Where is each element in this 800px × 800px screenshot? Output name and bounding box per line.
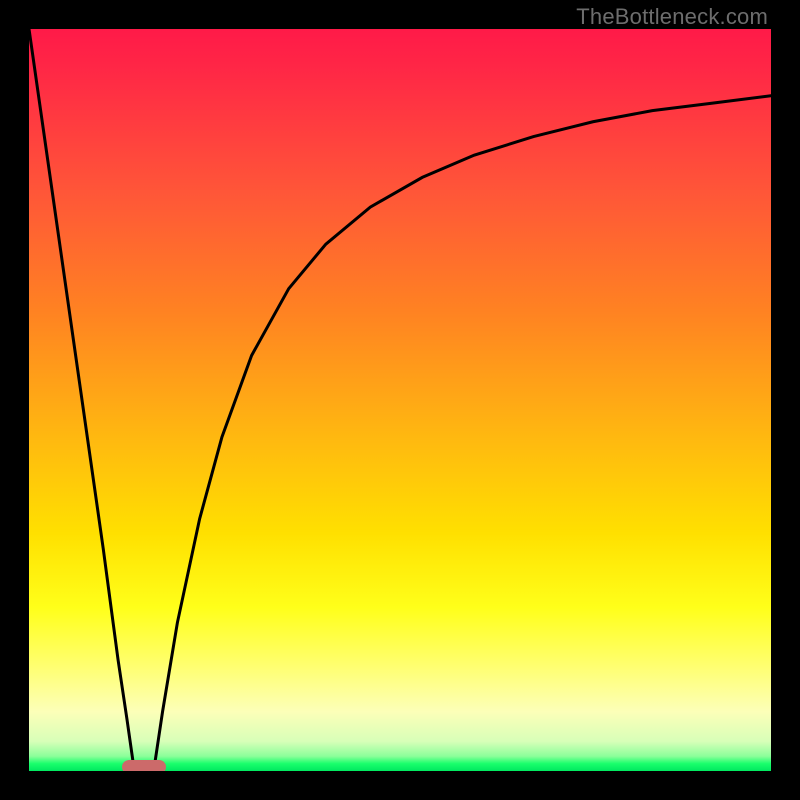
right-branch-curve bbox=[154, 96, 771, 771]
chart-frame: TheBottleneck.com bbox=[0, 0, 800, 800]
minimum-marker bbox=[122, 760, 166, 771]
curve-layer bbox=[29, 29, 771, 771]
watermark-label: TheBottleneck.com bbox=[576, 4, 768, 30]
left-branch-curve bbox=[29, 29, 134, 771]
plot-area bbox=[29, 29, 771, 771]
